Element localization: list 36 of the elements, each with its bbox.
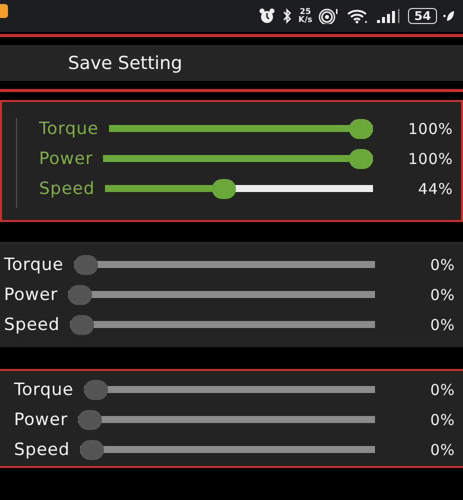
network-speed-unit: K/s xyxy=(298,16,312,24)
slider-label: Speed xyxy=(14,440,70,460)
notification-icon xyxy=(0,4,8,18)
signal-icon xyxy=(376,8,402,24)
hotspot-icon xyxy=(318,8,340,24)
slider-label: Power xyxy=(14,410,68,430)
slider-value: 0% xyxy=(429,316,455,334)
slider-label: Torque xyxy=(39,118,99,138)
slider-value: 0% xyxy=(429,380,455,398)
slider-value: 0% xyxy=(429,256,455,274)
slider-value: 100% xyxy=(407,150,453,168)
slider-value: 0% xyxy=(429,286,455,304)
slider-label: Speed xyxy=(4,314,60,334)
slider-label: Torque xyxy=(4,254,64,274)
slider-label: Torque xyxy=(14,380,74,400)
slider-thumb[interactable] xyxy=(70,314,94,334)
slider-label: Power xyxy=(4,284,58,304)
slider-label: Power xyxy=(39,148,93,168)
slider-thumb[interactable] xyxy=(80,440,104,460)
slider-value: 100% xyxy=(407,120,453,138)
slider-thumb[interactable] xyxy=(349,148,373,168)
bluetooth-icon xyxy=(282,8,292,24)
slider-thumb[interactable] xyxy=(74,254,98,274)
slider-value: 44% xyxy=(417,180,453,198)
slider-label: Speed xyxy=(39,178,95,198)
alarm-clock-icon xyxy=(258,8,276,24)
battery-level: 54 xyxy=(408,8,437,24)
slider-value: 0% xyxy=(429,440,455,458)
slider-thumb[interactable] xyxy=(212,178,236,198)
slider-thumb[interactable] xyxy=(349,118,373,138)
network-speed-value: 25 xyxy=(300,8,311,16)
slider-thumb[interactable] xyxy=(68,284,92,304)
slider-value: 0% xyxy=(429,410,455,428)
slider-thumb[interactable] xyxy=(78,410,102,430)
leaf-icon xyxy=(443,9,455,23)
slider-thumb[interactable] xyxy=(84,380,108,400)
